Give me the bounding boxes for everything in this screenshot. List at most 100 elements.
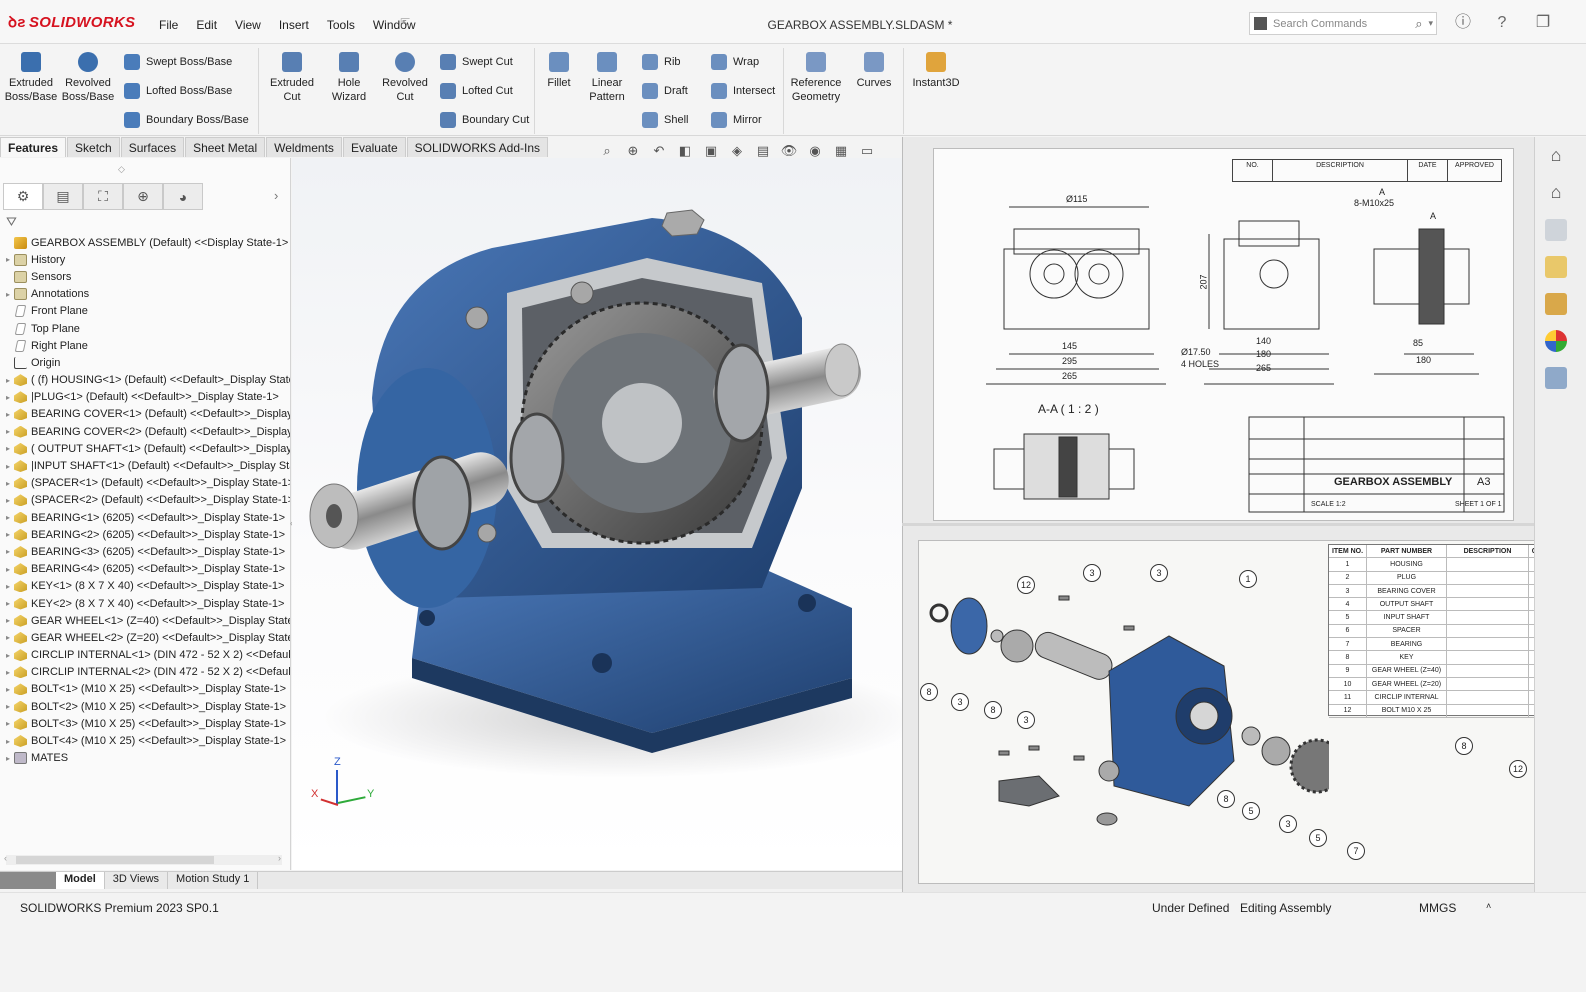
expand-arrow-icon[interactable]: ▸ — [2, 255, 14, 264]
linear-pattern-button[interactable]: Linear Pattern — [584, 52, 630, 104]
reference-geometry-button[interactable]: Reference Geometry — [788, 52, 844, 104]
boundary-cut-button[interactable]: Boundary Cut — [440, 112, 529, 128]
tree-item[interactable]: ▸ ( (f) HOUSING<1> (Default) <<Default>_D… — [0, 372, 290, 389]
tree-item[interactable]: ▸ |PLUG<1> (Default) <<Default>>_Display … — [0, 389, 290, 406]
tree-item[interactable]: ▸ BOLT<3> (M10 X 25) <<Default>>_Display … — [0, 715, 290, 732]
expand-arrow-icon[interactable]: ▸ — [2, 582, 14, 591]
section-view-icon[interactable]: ◧ — [676, 143, 694, 159]
tab-motion-study-1[interactable]: Motion Study 1 — [168, 872, 259, 889]
expand-arrow-icon[interactable]: ▸ — [2, 479, 14, 488]
tree-item[interactable]: ▸ History — [0, 251, 290, 268]
menu-tools[interactable]: Tools — [318, 18, 364, 32]
lofted-cut-button[interactable]: Lofted Cut — [440, 83, 513, 99]
gearbox-3d-model[interactable] — [292, 158, 922, 870]
tree-item[interactable]: Top Plane — [0, 320, 290, 337]
menu-view[interactable]: View — [226, 18, 270, 32]
expand-arrow-icon[interactable]: ▸ — [2, 565, 14, 574]
tree-item[interactable]: ▸ BEARING<2> (6205) <<Default>>_Display S… — [0, 526, 290, 543]
display-manager-tab-icon[interactable]: ◕ — [163, 183, 203, 210]
units-menu-icon[interactable]: ˄ — [1486, 901, 1491, 911]
dimxpert-manager-tab-icon[interactable]: ⊕ — [123, 183, 163, 210]
search-dropdown-icon[interactable]: ▾ — [1428, 18, 1433, 29]
expand-arrow-icon[interactable]: ▸ — [2, 410, 14, 419]
mirror-button[interactable]: Mirror — [711, 112, 762, 128]
tree-item[interactable]: Sensors — [0, 268, 290, 285]
graphics-area[interactable]: Z Y X — [292, 158, 922, 870]
previous-view-icon[interactable]: ↶ — [650, 143, 668, 159]
curves-button[interactable]: Curves — [852, 52, 896, 90]
tree-item[interactable]: ▸ BOLT<4> (M10 X 25) <<Default>>_Display … — [0, 732, 290, 749]
tree-item[interactable]: GEARBOX ASSEMBLY (Default) <<Display Sta… — [0, 234, 290, 251]
expand-arrow-icon[interactable]: ▸ — [2, 496, 14, 505]
custom-properties-icon[interactable] — [1545, 367, 1567, 389]
wrap-button[interactable]: Wrap — [711, 54, 759, 70]
scroll-right-icon[interactable]: › — [278, 853, 281, 863]
revolved-cut-button[interactable]: Revolved Cut — [379, 52, 431, 104]
dynamic-annotation-icon[interactable]: ▣ — [702, 143, 720, 159]
tree-item[interactable]: ▸ ( OUTPUT SHAFT<1> (Default) <<Default>>… — [0, 440, 290, 457]
hide-show-items-icon[interactable]: 👁 — [780, 143, 798, 159]
tab-solidworks-add-ins[interactable]: SOLIDWORKS Add-Ins — [406, 137, 549, 157]
menu-file[interactable]: File — [150, 18, 187, 32]
expand-arrow-icon[interactable]: ▸ — [2, 754, 14, 763]
edit-appearance-icon[interactable]: ◉ — [806, 143, 824, 159]
expand-arrow-icon[interactable]: ▸ — [2, 513, 14, 522]
search-commands-input[interactable]: Search Commands ⌕ ▾ — [1249, 12, 1437, 35]
tree-item[interactable]: ▸ Annotations — [0, 286, 290, 303]
expand-arrow-icon[interactable]: ▸ — [2, 547, 14, 556]
expand-arrow-icon[interactable]: ▸ — [2, 599, 14, 608]
swept-cut-button[interactable]: Swept Cut — [440, 54, 513, 70]
tab-features[interactable]: Features — [0, 137, 67, 157]
shell-button[interactable]: Shell — [642, 112, 688, 128]
intersect-button[interactable]: Intersect — [711, 83, 775, 99]
expand-arrow-icon[interactable]: ▸ — [2, 530, 14, 539]
tab-evaluate[interactable]: Evaluate — [342, 137, 406, 157]
apply-scene-icon[interactable]: ▦ — [832, 143, 850, 159]
tab-navigation-arrows-icon[interactable] — [0, 872, 56, 889]
appearances-icon[interactable] — [1545, 330, 1567, 352]
horizontal-scrollbar[interactable] — [6, 855, 282, 865]
expand-arrow-icon[interactable]: ▸ — [2, 719, 14, 728]
revolved-boss-button[interactable]: Revolved Boss/Base — [60, 52, 116, 104]
tree-item[interactable]: ▸ BEARING<4> (6205) <<Default>>_Display S… — [0, 561, 290, 578]
configuration-manager-tab-icon[interactable]: ⛶ — [83, 183, 123, 210]
scrollbar-thumb[interactable] — [16, 856, 214, 864]
solidworks-resources-icon[interactable]: ⌂ — [1545, 182, 1567, 204]
tree-item[interactable]: Front Plane — [0, 303, 290, 320]
restore-window-icon[interactable]: ❐ — [1532, 12, 1554, 34]
tree-item[interactable]: ▸ |INPUT SHAFT<1> (Default) <<Default>>_D… — [0, 457, 290, 474]
swept-boss-button[interactable]: Swept Boss/Base — [124, 54, 232, 70]
tree-item[interactable]: ▸ KEY<2> (8 X 7 X 40) <<Default>>_Display… — [0, 595, 290, 612]
scroll-left-icon[interactable]: ‹ — [4, 853, 7, 863]
tree-item[interactable]: ▸ BEARING<1> (6205) <<Default>>_Display S… — [0, 509, 290, 526]
instant3d-button[interactable]: Instant3D — [910, 52, 962, 90]
expand-arrow-icon[interactable]: ▸ — [2, 633, 14, 642]
status-units[interactable]: MMGS — [1419, 901, 1456, 915]
search-icon[interactable]: ⌕ — [1415, 16, 1422, 32]
tab-model[interactable]: Model — [56, 872, 105, 889]
menu-edit[interactable]: Edit — [187, 18, 226, 32]
fillet-button[interactable]: Fillet — [540, 52, 578, 90]
tree-item[interactable]: ▸ BEARING<3> (6205) <<Default>>_Display S… — [0, 543, 290, 560]
view-settings-icon[interactable]: ▭ — [858, 143, 876, 159]
tree-item[interactable]: ▸ BOLT<1> (M10 X 25) <<Default>>_Display … — [0, 681, 290, 698]
filter-icon[interactable]: ⛛ — [6, 214, 17, 230]
tree-item[interactable]: ▸ MATES — [0, 750, 290, 767]
expand-arrow-icon[interactable]: ▸ — [2, 462, 14, 471]
tree-item[interactable]: ▸ (SPACER<1> (Default) <<Default>>_Displa… — [0, 475, 290, 492]
question-icon[interactable]: ? — [1491, 12, 1513, 34]
extruded-boss-button[interactable]: Extruded Boss/Base — [4, 52, 58, 104]
tab-weldments[interactable]: Weldments — [266, 137, 342, 157]
zoom-to-area-icon[interactable]: ⊕ — [624, 143, 642, 159]
help-circle-icon[interactable]: ⓘ — [1452, 12, 1474, 34]
expand-arrow-icon[interactable]: ▸ — [2, 444, 14, 453]
zoom-to-fit-icon[interactable]: ⌕ — [598, 143, 616, 159]
hole-wizard-button[interactable]: Hole Wizard — [324, 52, 374, 104]
tree-item[interactable]: ▸ CIRCLIP INTERNAL<1> (DIN 472 - 52 X 2) … — [0, 647, 290, 664]
reference-triad[interactable]: Z Y X — [311, 756, 374, 810]
expand-tabs-icon[interactable]: › — [274, 188, 278, 203]
home-icon[interactable]: ⌂ — [1545, 145, 1567, 167]
display-style-icon[interactable]: ▤ — [754, 143, 772, 159]
pin-menu-icon[interactable]: ⇱ — [400, 16, 410, 30]
draft-button[interactable]: Draft — [642, 83, 688, 99]
